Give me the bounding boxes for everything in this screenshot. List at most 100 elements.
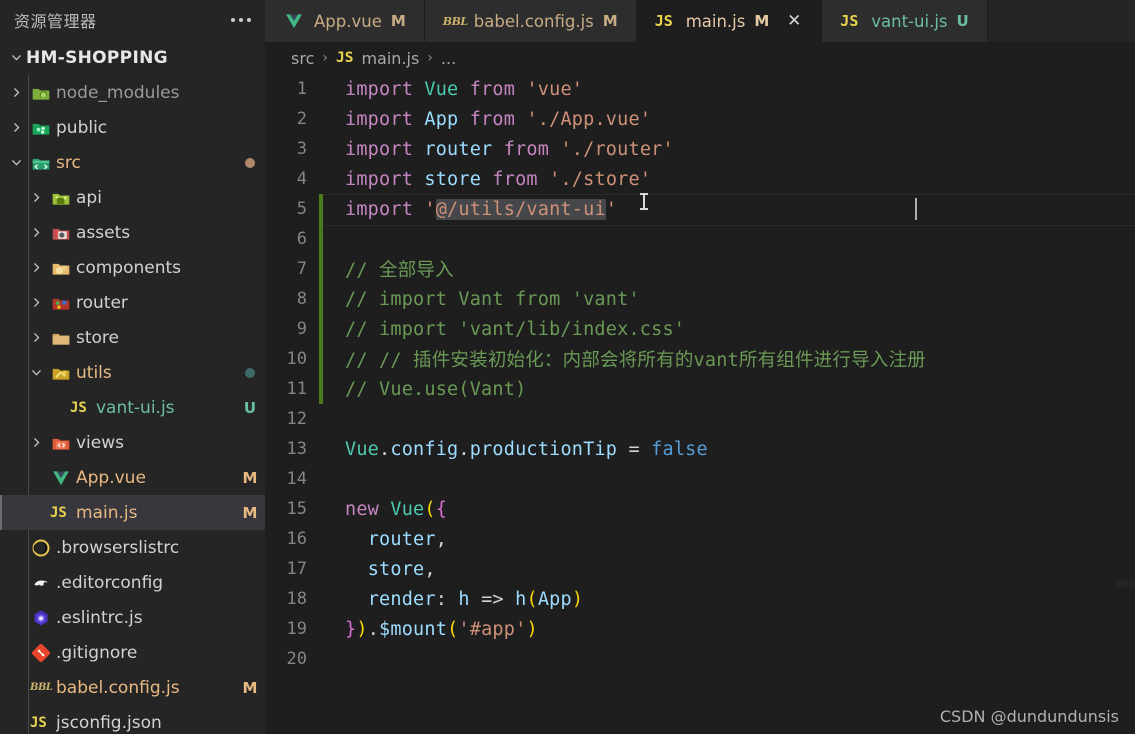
modified-line-indicator	[319, 224, 323, 254]
code-line[interactable]: 11 // Vue.use(Vant)	[265, 374, 1135, 404]
editor-tab-babel-config-js[interactable]: BBL babel.config.js M	[424, 0, 637, 42]
line-number: 4	[296, 169, 307, 189]
line-number: 17	[286, 559, 307, 579]
code-line[interactable]: 7 // 全部导入	[265, 254, 1135, 284]
editor-tab-main-js[interactable]: JS main.js M ✕	[636, 0, 823, 42]
tree-item-label: router	[76, 292, 128, 313]
tree-item-app-vue[interactable]: App.vue M	[0, 460, 265, 495]
tree-item-label: .eslintrc.js	[56, 607, 143, 628]
code-line-text: import '@/utils/vant-ui'	[345, 198, 618, 220]
chevron-right-icon[interactable]	[26, 226, 46, 239]
tab-label: babel.config.js	[473, 11, 594, 31]
vue-file-icon	[283, 11, 305, 31]
editor-tab-vant-ui-js[interactable]: JS vant-ui.js U	[822, 0, 988, 42]
code-line[interactable]: 12	[265, 404, 1135, 434]
code-line[interactable]: 13 Vue.config.productionTip = false	[265, 434, 1135, 464]
tree-item-label: .editorconfig	[56, 572, 164, 593]
tab-dirty-indicator: M	[754, 12, 770, 30]
chevron-right-icon[interactable]	[26, 436, 46, 449]
folder-node-modules-icon	[26, 83, 56, 103]
js-file-icon: JS	[30, 714, 47, 731]
tree-item-gitignore[interactable]: .gitignore	[0, 635, 265, 670]
breadcrumb-item-symbols[interactable]: ...	[441, 49, 456, 68]
tree-item-editorconfig[interactable]: .editorconfig	[0, 565, 265, 600]
code-line-text: import router from './router'	[345, 138, 674, 160]
chevron-right-icon[interactable]	[6, 86, 26, 99]
tree-item-eslintrc-js[interactable]: .eslintrc.js	[0, 600, 265, 635]
code-line[interactable]: 20	[265, 644, 1135, 674]
text-caret	[915, 198, 917, 220]
chevron-down-icon[interactable]	[6, 156, 26, 169]
close-icon[interactable]: ✕	[785, 12, 803, 30]
code-line[interactable]: 16 router,	[265, 524, 1135, 554]
tree-item-label: assets	[76, 222, 131, 243]
code-line[interactable]: 2 import App from './App.vue'	[265, 104, 1135, 134]
line-number: 19	[286, 619, 307, 639]
vue-file-icon	[46, 468, 76, 488]
line-number: 9	[296, 319, 307, 339]
code-line[interactable]: 14	[265, 464, 1135, 494]
tab-dirty-indicator: U	[956, 12, 969, 30]
tree-item-label: src	[56, 152, 81, 173]
browserslist-file-icon	[26, 538, 56, 558]
tree-item-router[interactable]: router	[0, 285, 265, 320]
workspace-root-row[interactable]: HM-SHOPPING	[0, 40, 265, 75]
breadcrumb-separator-icon: ›	[322, 50, 328, 66]
tree-item-src[interactable]: src	[0, 145, 265, 180]
chevron-right-icon[interactable]	[26, 331, 46, 344]
babel-file-icon: BBL	[442, 15, 468, 28]
tree-item-label: components	[76, 257, 182, 278]
line-number: 8	[296, 289, 307, 309]
explorer-more-actions-icon[interactable]	[229, 14, 253, 26]
code-line[interactable]: 3 import router from './router'	[265, 134, 1135, 164]
tree-item-status-dot	[235, 157, 265, 168]
tree-item-jsconfig-json[interactable]: JS jsconfig.json	[0, 705, 265, 734]
tree-item-components[interactable]: components	[0, 250, 265, 285]
code-line[interactable]: 10 // // 插件安装初始化：内部会将所有的vant所有组件进行导入注册	[265, 344, 1135, 374]
code-line-text: // import 'vant/lib/index.css'	[345, 318, 686, 340]
editor-tab-app-vue[interactable]: App.vue M	[265, 0, 425, 42]
code-line[interactable]: 4 import store from './store'	[265, 164, 1135, 194]
code-line[interactable]: 18 render: h => h(App)	[265, 584, 1135, 614]
tree-item-api[interactable]: api	[0, 180, 265, 215]
folder-src-icon	[26, 153, 56, 173]
chevron-right-icon[interactable]	[26, 296, 46, 309]
code-line-text: import store from './store'	[345, 168, 652, 190]
chevron-right-icon[interactable]	[26, 191, 46, 204]
tree-item-label: jsconfig.json	[56, 712, 162, 733]
tree-item-main-js[interactable]: JS main.js M	[0, 495, 265, 530]
code-line[interactable]: 9 // import 'vant/lib/index.css'	[265, 314, 1135, 344]
tab-label: vant-ui.js	[871, 11, 948, 31]
chevron-right-icon[interactable]	[26, 261, 46, 274]
tree-item-views[interactable]: views	[0, 425, 265, 460]
tree-item-node-modules[interactable]: node_modules	[0, 75, 265, 110]
tree-item-utils[interactable]: utils	[0, 355, 265, 390]
code-line-text: import Vue from 'vue'	[345, 78, 584, 100]
tree-item-label: .gitignore	[56, 642, 138, 663]
modified-line-indicator	[319, 644, 323, 674]
breadcrumb-item-file[interactable]: main.js	[361, 49, 419, 68]
tree-item-public[interactable]: public	[0, 110, 265, 145]
tree-item-store[interactable]: store	[0, 320, 265, 355]
line-number: 3	[296, 139, 307, 159]
breadcrumb-item-src[interactable]: src	[291, 49, 314, 68]
code-line[interactable]: 6	[265, 224, 1135, 254]
code-line[interactable]: 17 store,	[265, 554, 1135, 584]
code-line-text: store,	[367, 558, 436, 580]
code-line[interactable]: 8 // import Vant from 'vant'	[265, 284, 1135, 314]
tree-item-assets[interactable]: assets	[0, 215, 265, 250]
tree-item-status-dot	[235, 367, 265, 378]
tree-item-babel-config-js[interactable]: BBL babel.config.js M	[0, 670, 265, 705]
folder-utils-icon	[46, 363, 76, 383]
line-number: 7	[296, 259, 307, 279]
code-line[interactable]: 19}).$mount('#app')	[265, 614, 1135, 644]
tree-item-vant-ui-js[interactable]: JS vant-ui.js U	[0, 390, 265, 425]
chevron-right-icon[interactable]	[6, 121, 26, 134]
chevron-down-icon[interactable]	[26, 366, 46, 379]
code-line[interactable]: 5 import '@/utils/vant-ui'	[265, 194, 1135, 226]
code-editor[interactable]: 1 import Vue from 'vue' 2 import App from '…	[265, 74, 1135, 734]
code-line[interactable]: 1 import Vue from 'vue'	[265, 74, 1135, 104]
tree-item-browserslistrc[interactable]: .browserslistrc	[0, 530, 265, 565]
editor-area: App.vue M BBL babel.config.js M JS main.js M ✕ JS…	[265, 0, 1135, 734]
code-line[interactable]: 15 new Vue({	[265, 494, 1135, 524]
